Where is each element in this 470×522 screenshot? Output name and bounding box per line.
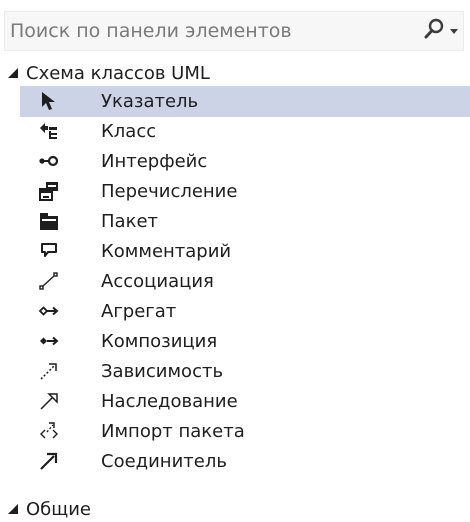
toolbox-item-label: Зависимость xyxy=(101,361,224,382)
toolbox-item-package[interactable]: Пакет xyxy=(20,206,470,237)
toolbox-item-label: Агрегат xyxy=(101,301,177,322)
group-label: Схема классов UML xyxy=(26,62,210,84)
inheritance-icon xyxy=(38,390,60,412)
package-import-icon xyxy=(38,420,60,442)
toolbox-item-interface[interactable]: Интерфейс xyxy=(20,146,470,177)
class-icon xyxy=(38,120,60,142)
toolbox-item-inheritance[interactable]: Наследование xyxy=(20,386,470,417)
toolbox-item-label: Пакет xyxy=(101,211,158,232)
pointer-icon xyxy=(38,90,60,112)
toolbox-item-connector[interactable]: Соединитель xyxy=(20,446,470,477)
toolbox-item-label: Комментарий xyxy=(101,241,232,262)
association-icon xyxy=(38,270,60,292)
group-header-uml-class-diagram[interactable]: Схема классов UML xyxy=(0,58,470,88)
connector-icon xyxy=(38,450,60,472)
expanded-triangle-icon xyxy=(8,504,18,514)
composition-icon xyxy=(38,330,60,352)
group-label: Общие xyxy=(26,498,91,520)
toolbox-item-pointer[interactable]: Указатель xyxy=(20,86,470,117)
toolbox-item-comment[interactable]: Комментарий xyxy=(20,236,470,267)
toolbox-item-label: Перечисление xyxy=(101,181,238,202)
toolbox-panel: Схема классов UML Указатель Класс xyxy=(0,0,470,522)
search-options-button[interactable] xyxy=(419,18,459,44)
enumeration-icon xyxy=(38,180,60,202)
toolbox-item-enumeration[interactable]: Перечисление xyxy=(20,176,470,207)
toolbox-search-bar xyxy=(4,11,464,51)
toolbox-item-label: Класс xyxy=(101,121,157,142)
toolbox-item-dependency[interactable]: Зависимость xyxy=(20,356,470,387)
group-header-general[interactable]: Общие xyxy=(0,494,470,522)
toolbox-item-label: Композиция xyxy=(101,331,218,352)
toolbox-item-association[interactable]: Ассоциация xyxy=(20,266,470,297)
toolbox-item-class[interactable]: Класс xyxy=(20,116,470,147)
toolbox-item-label: Наследование xyxy=(101,391,238,412)
search-icon xyxy=(423,18,445,44)
toolbox-item-label: Интерфейс xyxy=(101,151,208,172)
toolbox-item-package-import[interactable]: Импорт пакета xyxy=(20,416,470,447)
toolbox-item-label: Импорт пакета xyxy=(101,421,245,442)
toolbox-item-aggregation[interactable]: Агрегат xyxy=(20,296,470,327)
expanded-triangle-icon xyxy=(8,68,18,78)
package-icon xyxy=(38,210,60,232)
toolbox-item-label: Указатель xyxy=(101,91,199,112)
dropdown-arrow-icon xyxy=(449,22,459,41)
toolbox-search-input[interactable] xyxy=(5,12,410,50)
toolbox-item-label: Ассоциация xyxy=(101,271,214,292)
toolbox-item-label: Соединитель xyxy=(101,451,227,472)
interface-icon xyxy=(38,150,60,172)
toolbox-item-composition[interactable]: Композиция xyxy=(20,326,470,357)
aggregation-icon xyxy=(38,300,60,322)
dependency-icon xyxy=(38,360,60,382)
comment-icon xyxy=(38,240,60,262)
